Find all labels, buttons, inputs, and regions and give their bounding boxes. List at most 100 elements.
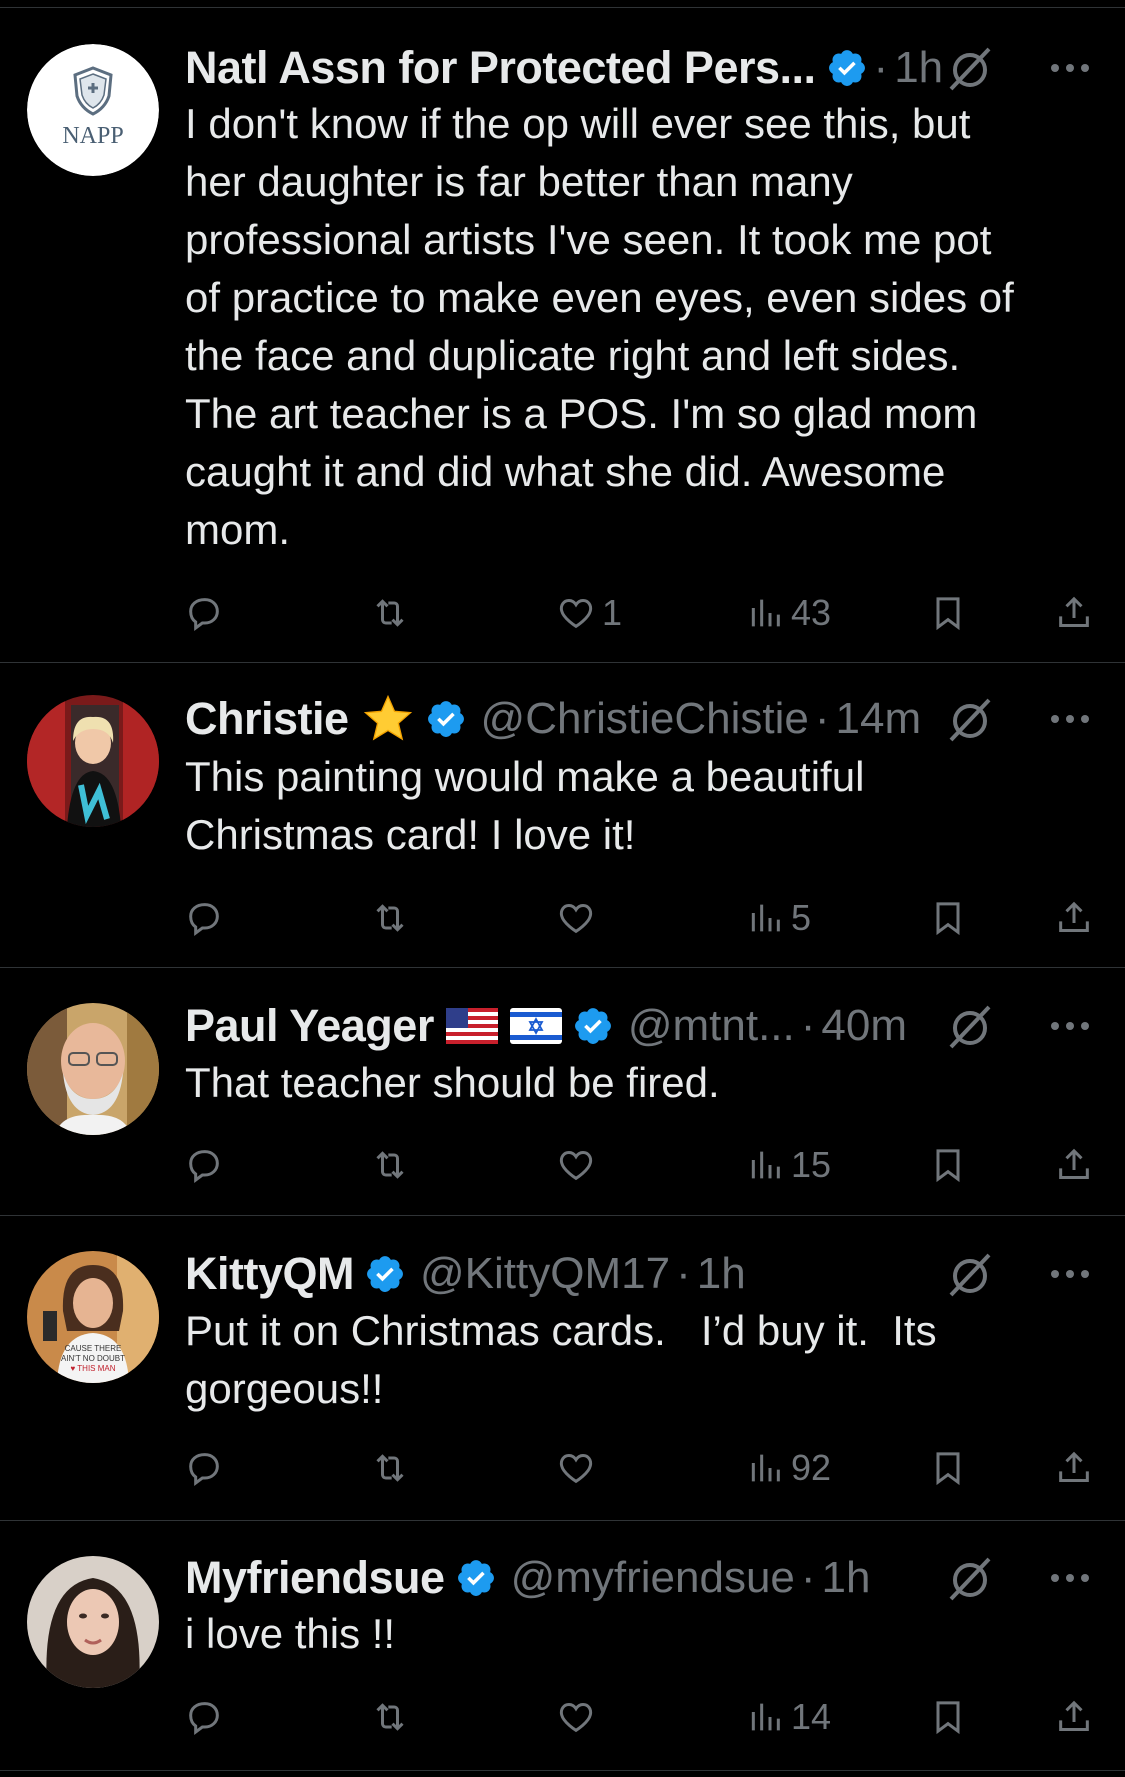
reply-icon: [189, 1453, 219, 1486]
grok-icon[interactable]: [945, 43, 995, 93]
views-icon: [751, 599, 780, 627]
like-button[interactable]: [556, 1443, 602, 1493]
retweet-button[interactable]: [370, 1692, 410, 1742]
reply-icon: [189, 903, 219, 936]
timestamp[interactable]: 1h: [894, 43, 943, 93]
share-button[interactable]: [1054, 1443, 1094, 1493]
timestamp[interactable]: 14m: [836, 694, 922, 744]
avatar[interactable]: [27, 1556, 159, 1688]
view-count: 43: [791, 592, 832, 633]
bookmark-icon: [936, 1701, 960, 1735]
display-name[interactable]: Myfriendsue: [185, 1552, 445, 1604]
more-options-icon[interactable]: [1045, 694, 1095, 744]
share-button[interactable]: [1054, 893, 1094, 943]
views-button[interactable]: 14: [745, 1692, 831, 1742]
reply-button[interactable]: [184, 893, 224, 943]
tweet-text: I don't know if the op will ever see thi…: [185, 100, 1014, 553]
username[interactable]: @mtnt...: [628, 1001, 795, 1051]
retweet-button[interactable]: [370, 588, 410, 638]
share-icon: [1059, 596, 1089, 627]
bookmark-button[interactable]: [928, 1443, 968, 1493]
grok-icon[interactable]: [945, 1001, 995, 1051]
more-options-icon[interactable]: [1045, 1001, 1095, 1051]
views-button[interactable]: 5: [745, 893, 811, 943]
reply-button[interactable]: [184, 1692, 224, 1742]
tweet-kittyqm[interactable]: CAUSE THERE AIN'T NO DOUBT ♥ THIS MAN Ki…: [0, 1216, 1125, 1521]
views-button[interactable]: 92: [745, 1443, 831, 1493]
retweet-icon: [376, 599, 404, 627]
username[interactable]: @ChristieChistie: [481, 694, 809, 744]
action-bar: 15: [0, 1140, 1125, 1190]
retweet-icon: [376, 904, 404, 932]
like-button[interactable]: [556, 893, 602, 943]
bookmark-button[interactable]: [928, 893, 968, 943]
like-button[interactable]: [556, 1692, 602, 1742]
views-button[interactable]: 43: [745, 588, 831, 638]
action-bar: 14: [0, 1692, 1125, 1742]
separator-dot: ·: [800, 1553, 816, 1602]
grok-icon[interactable]: [945, 1249, 995, 1299]
display-name[interactable]: KittyQM: [185, 1248, 355, 1300]
view-count: 5: [791, 897, 812, 938]
avatar[interactable]: [27, 1003, 159, 1135]
avatar[interactable]: NAPP: [27, 44, 159, 176]
avatar[interactable]: [27, 695, 159, 827]
reply-icon: [189, 1150, 219, 1183]
views-button[interactable]: 15: [745, 1140, 831, 1190]
action-bar: 1 43: [0, 588, 1125, 638]
reply-button[interactable]: [184, 1443, 224, 1493]
grok-icon[interactable]: [945, 694, 995, 744]
views-icon: [751, 1454, 780, 1482]
username[interactable]: @KittyQM17: [420, 1249, 670, 1299]
verified-badge-icon: [826, 47, 868, 89]
more-options-icon[interactable]: [1045, 1249, 1095, 1299]
tweet-paul-yeager[interactable]: Paul Yeager @mtnt... · 40m That teacher …: [0, 968, 1125, 1216]
avatar[interactable]: CAUSE THERE AIN'T NO DOUBT ♥ THIS MAN: [27, 1251, 159, 1383]
verified-badge-icon: [572, 1005, 614, 1047]
share-icon: [1059, 1700, 1089, 1731]
timestamp[interactable]: 40m: [821, 1001, 907, 1051]
reply-icon: [189, 1702, 219, 1735]
heart-icon: [559, 1453, 593, 1484]
svg-text:CAUSE THERE: CAUSE THERE: [65, 1344, 122, 1353]
grok-icon[interactable]: [945, 1553, 995, 1603]
more-options-icon[interactable]: [1045, 1553, 1095, 1603]
bookmark-icon: [936, 1452, 960, 1486]
more-options-icon[interactable]: [1045, 43, 1095, 93]
view-count: 15: [791, 1144, 832, 1185]
timestamp[interactable]: 1h: [697, 1249, 746, 1299]
display-name[interactable]: Natl Assn for Protected Pers...: [185, 42, 816, 94]
views-icon: [751, 1151, 780, 1179]
action-bar: 92: [0, 1443, 1125, 1493]
display-name[interactable]: Paul Yeager: [185, 1000, 434, 1052]
reply-button[interactable]: [184, 588, 224, 638]
bookmark-button[interactable]: [928, 1140, 968, 1190]
retweet-button[interactable]: [370, 1140, 410, 1190]
top-divider: [0, 0, 1125, 8]
bookmark-button[interactable]: [928, 588, 968, 638]
reply-button[interactable]: [184, 1140, 224, 1190]
tweet-myfriendsue[interactable]: Myfriendsue @myfriendsue · 1h i love thi…: [0, 1521, 1125, 1771]
share-button[interactable]: [1054, 588, 1094, 638]
display-name[interactable]: Christie: [185, 693, 349, 745]
reply-icon: [189, 598, 219, 631]
tweet-napp[interactable]: NAPP Natl Assn for Protected Pers... · 1…: [0, 8, 1125, 663]
israel-flag-icon: [509, 1008, 562, 1044]
username[interactable]: @myfriendsue: [511, 1553, 795, 1603]
like-button[interactable]: 1: [556, 588, 622, 638]
timestamp[interactable]: 1h: [822, 1553, 871, 1603]
share-button[interactable]: [1054, 1692, 1094, 1742]
retweet-button[interactable]: [370, 1443, 410, 1493]
bookmark-icon: [936, 597, 960, 631]
like-button[interactable]: [556, 1140, 602, 1190]
bookmark-button[interactable]: [928, 1692, 968, 1742]
avatar-text: NAPP: [62, 123, 123, 149]
retweet-button[interactable]: [370, 893, 410, 943]
views-icon: [751, 1703, 780, 1731]
bookmark-icon: [936, 1149, 960, 1183]
views-icon: [751, 904, 780, 932]
tweet-christie[interactable]: Christie @ChristieChistie · 14m This pai…: [0, 663, 1125, 968]
share-icon: [1059, 1148, 1089, 1179]
share-button[interactable]: [1054, 1140, 1094, 1190]
tweet-text: That teacher should be fired.: [185, 1059, 720, 1106]
